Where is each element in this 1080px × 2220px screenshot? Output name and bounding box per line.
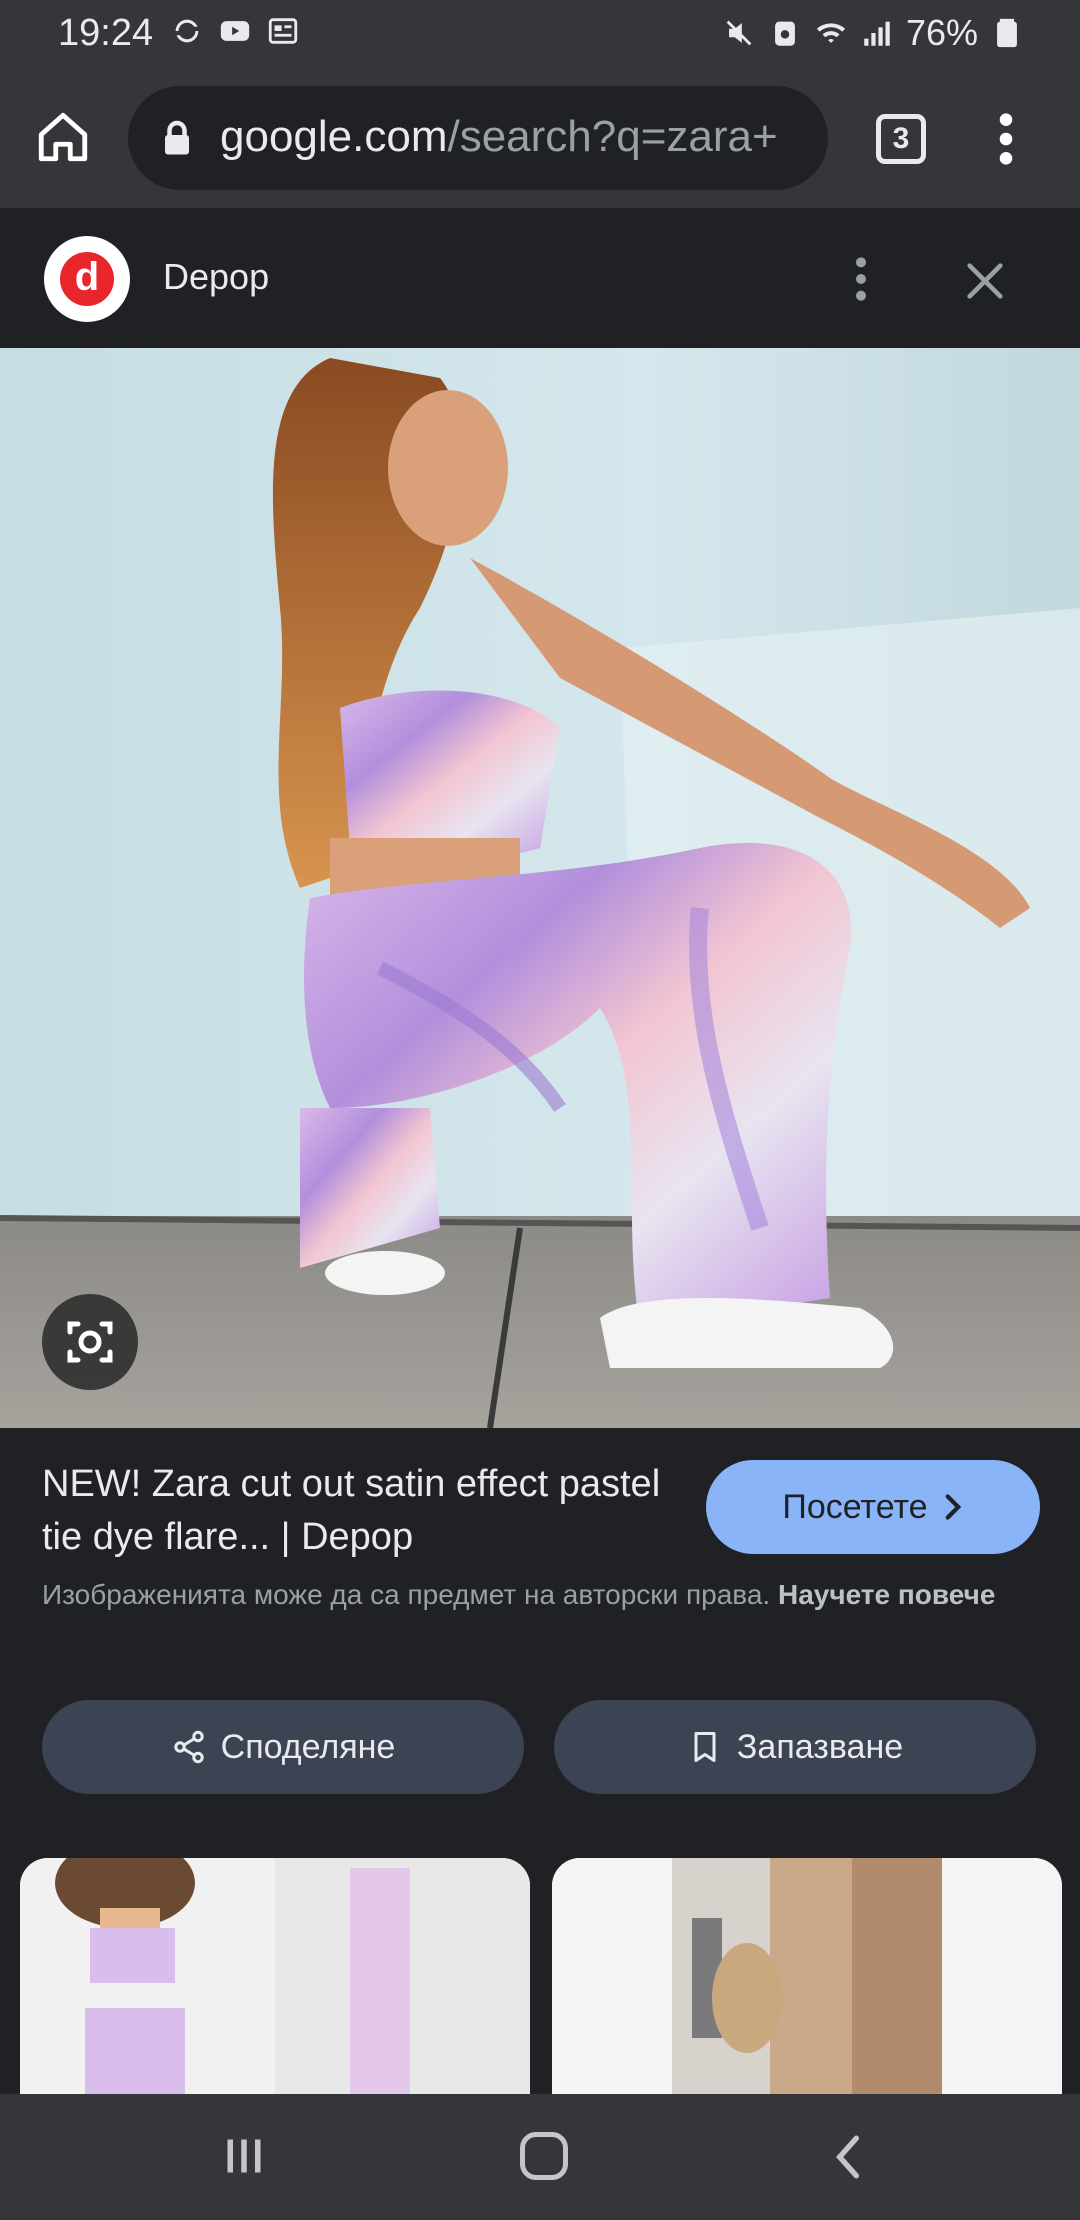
close-icon[interactable]: [962, 258, 1008, 304]
result-title[interactable]: NEW! Zara cut out satin effect pastel ti…: [42, 1458, 682, 1564]
url-host: google.com: [220, 112, 448, 161]
image-panel-header: d Depop: [0, 208, 1080, 348]
signal-icon: [864, 21, 890, 46]
learn-more-link[interactable]: Научете повече: [778, 1579, 995, 1610]
share-button[interactable]: Споделяне: [42, 1700, 524, 1794]
tab-switcher-button[interactable]: 3: [876, 114, 926, 164]
more-options-icon[interactable]: [846, 254, 876, 304]
url-path: /search?q=zara+: [447, 112, 778, 161]
status-system-icons: 76%: [722, 12, 1024, 54]
address-bar[interactable]: google.com/search?q=zara+: [128, 86, 828, 190]
chevron-right-icon: [945, 1494, 961, 1520]
site-name[interactable]: Depop: [163, 256, 269, 298]
system-nav-bar: [0, 2094, 1080, 2220]
recent-apps-icon[interactable]: [222, 2134, 266, 2178]
lens-icon: [67, 1321, 113, 1363]
product-photo: [0, 348, 1080, 1428]
google-lens-button[interactable]: [42, 1294, 138, 1390]
url-text[interactable]: google.com/search?q=zara+: [220, 112, 778, 162]
result-image[interactable]: [0, 348, 1080, 1428]
news-icon: [268, 18, 298, 44]
save-button-label: Запазване: [736, 1727, 904, 1766]
related-image-1[interactable]: [20, 1858, 530, 2098]
copyright-notice: Изображенията може да са предмет на авто…: [42, 1574, 1042, 1616]
recycle-icon: [775, 21, 795, 46]
share-button-label: Споделяне: [220, 1727, 396, 1766]
copyright-text: Изображенията може да са предмет на авто…: [42, 1579, 771, 1610]
youtube-icon: [220, 21, 250, 41]
related-photo-2: [552, 1858, 1062, 2098]
browser-menu-icon[interactable]: [988, 110, 1024, 168]
back-icon[interactable]: [828, 2132, 868, 2182]
lock-icon[interactable]: [162, 120, 192, 156]
related-photo-1: [20, 1858, 530, 2098]
battery-percent: 76%: [905, 12, 978, 53]
related-image-2[interactable]: [552, 1858, 1062, 2098]
home-icon[interactable]: [34, 108, 92, 166]
status-notifications: [170, 14, 300, 48]
battery-icon: [997, 18, 1017, 48]
wifi-icon: [816, 23, 846, 43]
status-bar: 19:24 76%: [0, 0, 1080, 66]
site-logo[interactable]: d: [44, 236, 130, 322]
home-nav-icon[interactable]: [520, 2132, 568, 2180]
sync-icon: [175, 19, 199, 43]
share-icon: [173, 1730, 204, 1764]
visit-button-label: Посетете: [782, 1487, 928, 1526]
status-time: 19:24: [58, 12, 154, 54]
browser-toolbar: google.com/search?q=zara+ 3: [0, 66, 1080, 208]
visit-button[interactable]: Посетете: [706, 1460, 1040, 1554]
save-button[interactable]: Запазване: [554, 1700, 1036, 1794]
depop-logo-icon: d: [60, 252, 114, 306]
mute-icon: [726, 20, 752, 46]
bookmark-icon: [694, 1732, 716, 1762]
